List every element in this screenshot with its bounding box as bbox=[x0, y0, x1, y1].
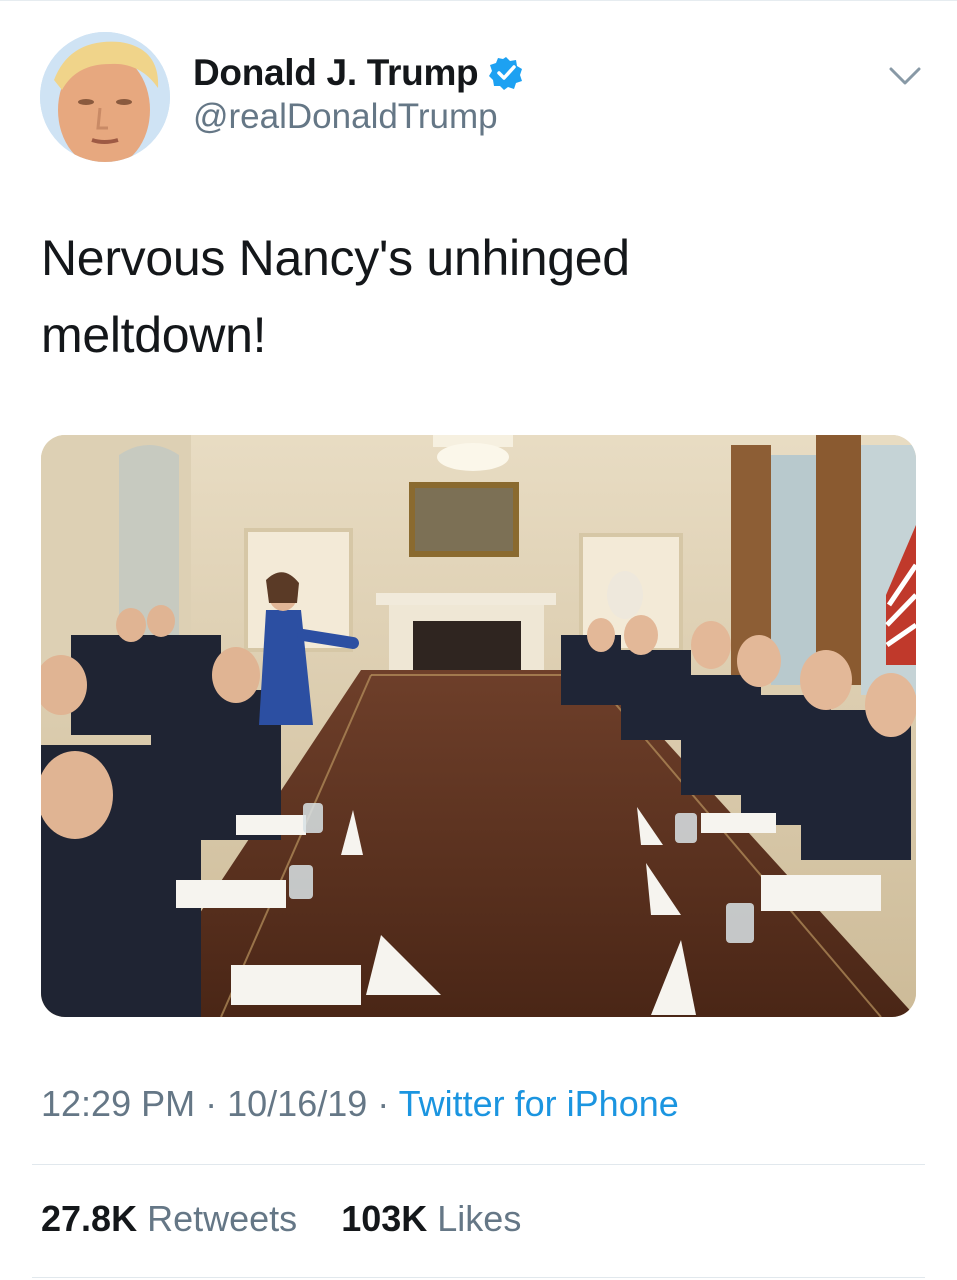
tweet-text: Nervous Nancy's unhinged meltdown! bbox=[41, 220, 901, 374]
author-handle[interactable]: @realDonaldTrump bbox=[193, 97, 498, 137]
tweet-source-link[interactable]: Twitter for iPhone bbox=[399, 1083, 679, 1124]
top-divider bbox=[0, 0, 957, 1]
divider bbox=[32, 1164, 925, 1165]
meta-separator: · bbox=[377, 1083, 390, 1124]
author-name-row: Donald J. Trump bbox=[193, 48, 524, 98]
retweets-count: 27.8K bbox=[41, 1198, 138, 1239]
meta-separator: · bbox=[205, 1083, 218, 1124]
likes-label: Likes bbox=[437, 1198, 522, 1239]
tweet-text-line: meltdown! bbox=[41, 307, 267, 363]
tweet-text-line: Nervous Nancy's unhinged bbox=[41, 230, 630, 286]
divider bbox=[32, 1277, 925, 1278]
chevron-down-icon[interactable] bbox=[888, 62, 922, 90]
likes-count: 103K bbox=[341, 1198, 428, 1239]
profile-photo-icon bbox=[40, 32, 170, 162]
tweet-photo[interactable] bbox=[41, 435, 916, 1017]
tweet-date[interactable]: 10/16/19 bbox=[227, 1083, 367, 1124]
likes-stat[interactable]: 103K Likes bbox=[341, 1198, 521, 1239]
tweet-meta: 12:29 PM · 10/16/19 · Twitter for iPhone bbox=[41, 1083, 679, 1125]
tweet-time[interactable]: 12:29 PM bbox=[41, 1083, 195, 1124]
retweets-stat[interactable]: 27.8K Retweets bbox=[41, 1198, 307, 1239]
retweets-label: Retweets bbox=[147, 1198, 298, 1239]
meeting-photo-icon bbox=[41, 435, 916, 1017]
author-display-name[interactable]: Donald J. Trump bbox=[193, 52, 479, 94]
tweet-stats: 27.8K Retweets 103K Likes bbox=[41, 1198, 521, 1240]
verified-badge-icon bbox=[489, 57, 523, 90]
avatar[interactable] bbox=[40, 32, 170, 162]
